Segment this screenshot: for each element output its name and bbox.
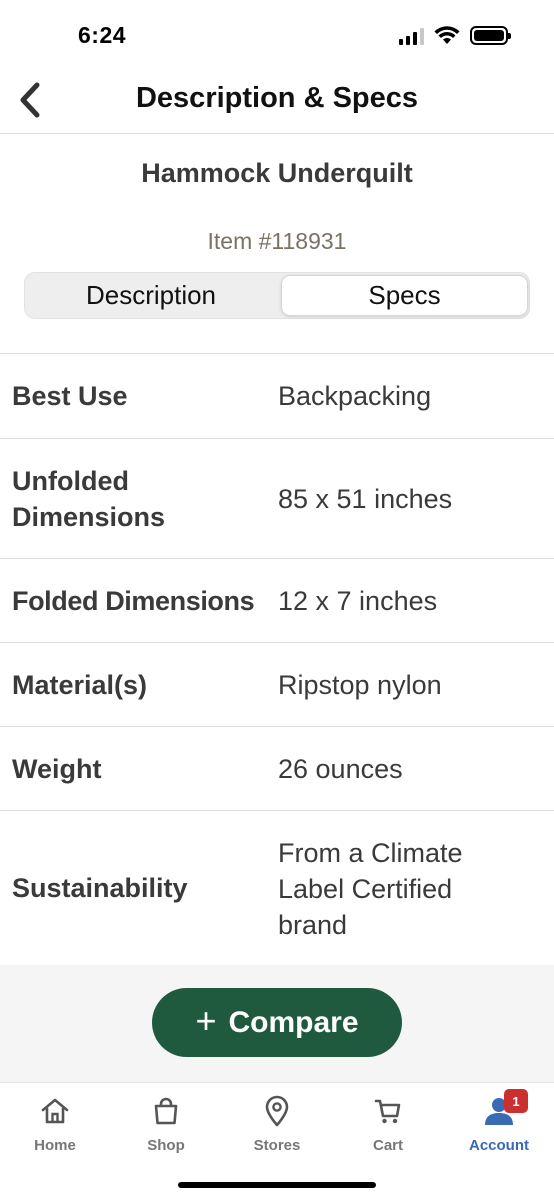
tab-label: Cart	[372, 1137, 403, 1154]
spec-row: Unfolded Dimensions 85 x 51 inches	[0, 439, 554, 559]
wifi-icon	[434, 26, 460, 44]
item-number: Item #118931	[207, 228, 347, 254]
spec-row: Sustainability From a Climate Label Cert…	[0, 811, 554, 966]
spec-label: Unfolded Dimensions	[12, 466, 166, 532]
specs-table: Best Use Backpacking Unfolded Dimensions…	[0, 353, 554, 966]
spec-label: Folded Dimensions	[12, 586, 255, 616]
spec-row: Folded Dimensions 12 x 7 inches	[0, 559, 554, 643]
spec-label: Best Use	[12, 381, 128, 411]
home-indicator	[178, 1182, 376, 1188]
spec-label: Sustainability	[12, 873, 188, 903]
location-pin-icon	[261, 1095, 293, 1127]
tab-stores[interactable]: Stores	[222, 1095, 332, 1157]
spec-row: Weight 26 ounces	[0, 727, 554, 811]
spec-value: 12 x 7 inches	[278, 586, 438, 616]
spec-label: Material(s)	[12, 670, 148, 700]
cellular-signal-icon	[399, 27, 424, 45]
bottom-tab-bar: Home Shop Stores Cart 1 Account	[0, 1082, 554, 1200]
spec-value: Backpacking	[278, 381, 432, 411]
spec-row: Best Use Backpacking	[0, 354, 554, 439]
compare-label: Compare	[228, 1005, 359, 1039]
shopping-bag-icon	[150, 1095, 182, 1127]
spec-value: From a Climate Label Certified brand	[278, 838, 463, 940]
status-time: 6:24	[78, 22, 127, 48]
home-icon	[39, 1095, 71, 1127]
tab-label: Account	[469, 1137, 529, 1154]
tab-label: Home	[34, 1137, 76, 1154]
compare-bar: + Compare	[0, 965, 554, 1082]
tab-cart[interactable]: Cart	[333, 1095, 443, 1157]
tab-account[interactable]: 1 Account	[444, 1089, 554, 1157]
tab-specs[interactable]: Specs	[281, 275, 528, 316]
spec-value: 26 ounces	[278, 754, 403, 784]
tab-description[interactable]: Description	[25, 273, 277, 318]
compare-button[interactable]: + Compare	[152, 988, 402, 1057]
spec-row: Material(s) Ripstop nylon	[0, 643, 554, 727]
tab-shop[interactable]: Shop	[111, 1095, 221, 1157]
tab-home[interactable]: Home	[0, 1095, 110, 1157]
spec-value: Ripstop nylon	[278, 670, 442, 700]
status-bar: 6:24	[0, 0, 554, 70]
page-title: Description & Specs	[135, 82, 419, 114]
battery-icon	[470, 26, 511, 45]
tab-label: Shop	[147, 1137, 185, 1154]
status-icons	[399, 26, 511, 45]
tab-label: Stores	[253, 1137, 301, 1154]
nav-header: Description & Specs	[0, 70, 554, 134]
notification-badge: 1	[504, 1089, 528, 1113]
segmented-control: Description Specs	[24, 272, 530, 319]
spec-value: 85 x 51 inches	[278, 484, 453, 514]
plus-icon: +	[195, 999, 217, 1041]
product-name: Hammock Underquilt	[141, 158, 413, 188]
cart-icon	[372, 1095, 404, 1127]
spec-label: Weight	[12, 754, 102, 784]
